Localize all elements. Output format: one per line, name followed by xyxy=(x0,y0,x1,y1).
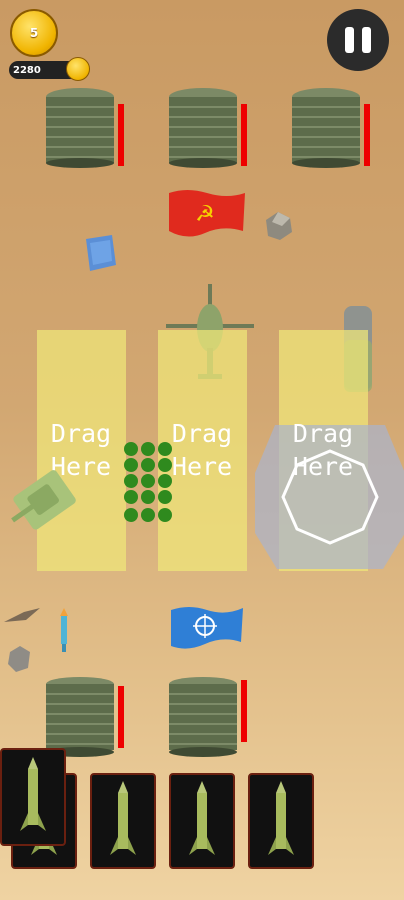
unit-card-selected[interactable] xyxy=(0,748,66,846)
missile-icon xyxy=(189,781,215,855)
pause-button[interactable] xyxy=(327,9,389,71)
level-badge: 5 xyxy=(10,9,58,57)
coin-icon xyxy=(66,57,90,81)
coin-value: 2280 xyxy=(13,64,41,76)
unit-card-4[interactable] xyxy=(248,773,314,869)
level-value: 5 xyxy=(29,26,39,40)
soldier-squad-icon xyxy=(124,442,172,522)
player-bunker-1-hp xyxy=(118,686,124,748)
enemy-bunker-3 xyxy=(292,88,360,168)
soviet-flag-icon: ☭ xyxy=(169,190,245,237)
pause-icon xyxy=(345,27,354,53)
enemy-bunker-1 xyxy=(46,88,114,168)
player-tank-icon xyxy=(11,470,76,530)
rock-icon xyxy=(266,212,292,240)
enemy-bunker-2-hp xyxy=(241,104,247,166)
missile-icon xyxy=(20,757,46,831)
debris-icon xyxy=(4,608,40,622)
lane-3-label: Drag Here xyxy=(292,419,354,481)
player-bunker-2 xyxy=(169,677,237,757)
svg-text:☭: ☭ xyxy=(195,202,215,227)
rocket-icon xyxy=(60,608,68,652)
enemy-bunker-3-hp xyxy=(364,104,370,166)
unit-card-3[interactable] xyxy=(169,773,235,869)
crate-icon xyxy=(86,235,116,271)
nato-flag-icon xyxy=(171,607,243,649)
missile-icon xyxy=(268,781,294,855)
enemy-bunker-2 xyxy=(169,88,237,168)
rock-icon xyxy=(8,646,30,672)
enemy-bunker-1-hp xyxy=(118,104,124,166)
unit-card-2[interactable] xyxy=(90,773,156,869)
missile-icon xyxy=(110,781,136,855)
player-bunker-1 xyxy=(46,677,114,757)
player-bunker-2-hp xyxy=(241,680,247,742)
